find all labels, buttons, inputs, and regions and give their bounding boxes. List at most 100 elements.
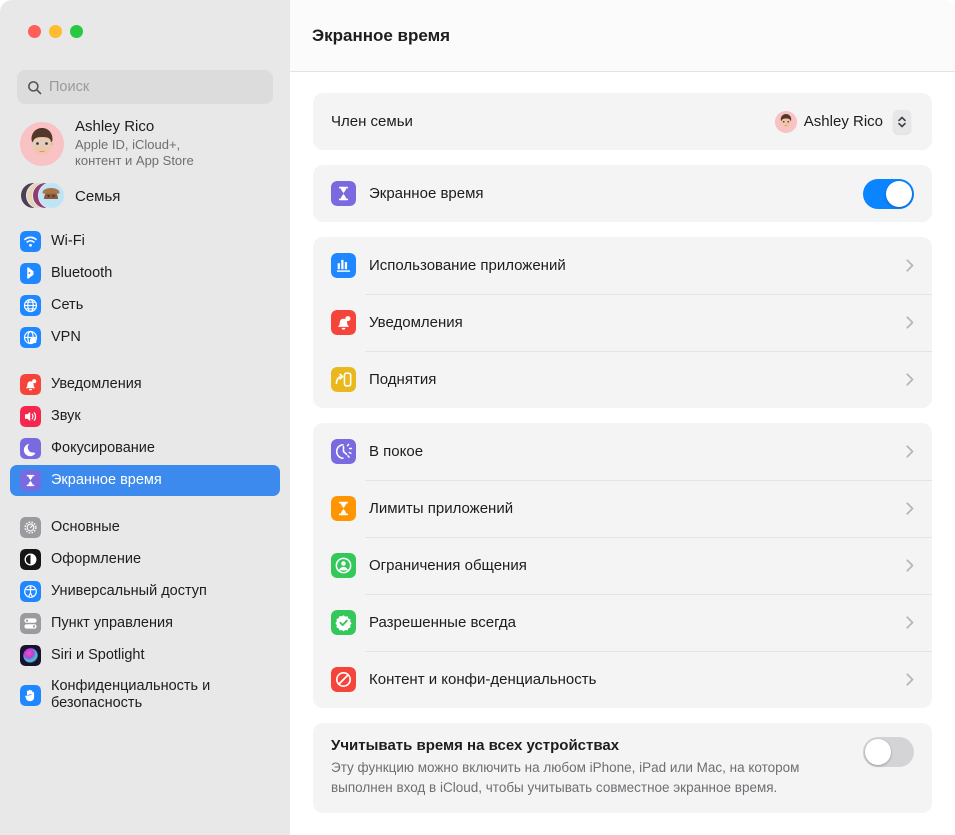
sidebar: Поиск Ashley Rico Apple ID, iCloud+, кон…: [0, 0, 290, 835]
focus-moon-icon: [20, 438, 41, 460]
row-content-privacy[interactable]: Контент и конфи-денциальность: [313, 651, 932, 708]
row-app-limits[interactable]: Лимиты приложений: [313, 480, 932, 537]
always-allowed-icon: [331, 610, 356, 635]
profile-name: Ashley Rico: [75, 118, 155, 135]
chevron-right-icon: [906, 673, 914, 686]
avatar: [774, 110, 797, 133]
row-pickups[interactable]: Поднятия: [313, 351, 932, 408]
usage-group-card: Использование приложений Уведомления Под…: [313, 237, 932, 408]
sidebar-item-sound-label: Звук: [51, 408, 81, 425]
sidebar-item-bluetooth[interactable]: Bluetooth: [10, 258, 280, 289]
row-communication-limits-label: Ограничения общения: [369, 557, 527, 574]
sound-speaker-icon: [20, 406, 41, 428]
general-gear-icon: [20, 517, 41, 539]
avatar: [20, 121, 64, 166]
sidebar-item-notifications[interactable]: Уведомления: [10, 369, 280, 400]
row-content-privacy-label: Контент и конфи-денциальность: [369, 671, 597, 688]
sidebar-item-wifi[interactable]: Wi-Fi: [10, 226, 280, 257]
bluetooth-icon: [20, 263, 41, 285]
family-member-label: Член семьи: [331, 113, 413, 130]
sidebar-item-vpn[interactable]: VPN: [10, 322, 280, 353]
window-traffic-lights: [10, 0, 280, 56]
sidebar-item-accessibility-label: Универсальный доступ: [51, 583, 207, 600]
network-globe-icon: [20, 295, 41, 317]
sidebar-item-focus[interactable]: Фокусирование: [10, 433, 280, 464]
main-content: Экранное время Член семьи Ashley Rico Эк…: [290, 0, 955, 835]
profile-subtitle-line2: контент и App Store: [75, 153, 194, 168]
sidebar-item-bluetooth-label: Bluetooth: [51, 265, 113, 282]
sidebar-item-privacy-security-label: Конфиденциальность и безопасность: [51, 678, 211, 712]
sidebar-item-screen-time[interactable]: Экранное время: [10, 465, 280, 497]
chevron-right-icon: [906, 259, 914, 272]
app-usage-chart-icon: [331, 253, 356, 278]
family-member-card: Член семьи Ashley Rico: [313, 93, 932, 150]
pickups-icon: [331, 367, 356, 392]
row-downtime[interactable]: В покое: [313, 423, 932, 480]
row-app-usage[interactable]: Использование приложений: [313, 237, 932, 294]
row-notifications[interactable]: Уведомления: [313, 294, 932, 351]
sidebar-item-focus-label: Фокусирование: [51, 440, 155, 457]
zoom-button[interactable]: [70, 25, 83, 38]
sidebar-item-notifications-label: Уведомления: [51, 376, 142, 393]
search-placeholder: Поиск: [49, 79, 90, 95]
sidebar-item-general[interactable]: Основные: [10, 512, 280, 543]
main-body: Член семьи Ashley Rico Экранное время Ис…: [290, 72, 955, 835]
screen-time-hourglass-icon: [20, 470, 41, 492]
sidebar-item-wifi-label: Wi-Fi: [51, 233, 85, 250]
close-button[interactable]: [28, 25, 41, 38]
sidebar-group-general: Основные Оформление Универсальный доступ…: [10, 511, 280, 719]
sidebar-item-appearance-label: Оформление: [51, 551, 142, 568]
share-across-devices-texts: Учитывать время на всех устройствах Эту …: [331, 737, 849, 797]
minimize-button[interactable]: [49, 25, 62, 38]
app-limits-hourglass-icon: [331, 496, 356, 521]
profile-text: Ashley Rico Apple ID, iCloud+, контент и…: [75, 118, 194, 169]
sidebar-item-appearance[interactable]: Оформление: [10, 544, 280, 575]
sidebar-group-network: Wi-Fi Bluetooth Сеть VPN: [10, 225, 280, 354]
chevron-right-icon: [906, 445, 914, 458]
search-field[interactable]: Поиск: [17, 70, 273, 104]
family-member-popup-button[interactable]: Ashley Rico: [769, 107, 914, 137]
sidebar-item-control-center-label: Пункт управления: [51, 615, 173, 632]
share-across-devices-toggle[interactable]: [863, 737, 914, 767]
sidebar-item-siri-spotlight[interactable]: Siri и Spotlight: [10, 640, 280, 671]
appearance-icon: [20, 549, 41, 571]
downtime-clock-icon: [331, 439, 356, 464]
row-pickups-label: Поднятия: [369, 371, 437, 388]
row-communication-limits[interactable]: Ограничения общения: [313, 537, 932, 594]
privacy-hand-icon: [20, 684, 41, 706]
wifi-icon: [20, 231, 41, 253]
communication-limits-icon: [331, 553, 356, 578]
screen-time-toggle[interactable]: [863, 178, 914, 209]
sidebar-item-family-label: Семья: [75, 187, 121, 205]
screen-time-hourglass-icon: [331, 181, 356, 206]
row-always-allowed[interactable]: Разрешенные всегда: [313, 594, 932, 651]
sidebar-item-privacy-security[interactable]: Конфиденциальность и безопасность: [10, 672, 280, 718]
control-center-icon: [20, 613, 41, 635]
search-icon: [27, 80, 42, 95]
sidebar-item-vpn-label: VPN: [51, 329, 81, 346]
family-member-row: Член семьи Ashley Rico: [313, 93, 932, 150]
chevron-right-icon: [906, 616, 914, 629]
sidebar-item-accessibility[interactable]: Универсальный доступ: [10, 576, 280, 607]
accessibility-icon: [20, 581, 41, 603]
screen-time-row-label: Экранное время: [369, 185, 484, 202]
sidebar-item-general-label: Основные: [51, 519, 120, 536]
sidebar-item-control-center[interactable]: Пункт управления: [10, 608, 280, 639]
profile-subtitle-line1: Apple ID, iCloud+,: [75, 136, 181, 152]
sidebar-item-network[interactable]: Сеть: [10, 290, 280, 321]
family-member-value: Ashley Rico: [803, 113, 883, 130]
row-notifications-label: Уведомления: [369, 314, 463, 331]
vpn-globe-icon: [20, 327, 41, 349]
sidebar-item-siri-spotlight-label: Siri и Spotlight: [51, 647, 145, 664]
limits-group-card: В покое Лимиты приложений Ограничения об…: [313, 423, 932, 708]
row-app-usage-label: Использование приложений: [369, 257, 566, 274]
sidebar-item-family[interactable]: Семья: [10, 175, 280, 217]
sidebar-profile[interactable]: Ashley Rico Apple ID, iCloud+, контент и…: [10, 104, 280, 173]
chevron-right-icon: [906, 316, 914, 329]
sidebar-item-sound[interactable]: Звук: [10, 401, 280, 432]
notifications-bell-icon: [331, 310, 356, 335]
system-settings-window: Поиск Ashley Rico Apple ID, iCloud+, кон…: [0, 0, 955, 835]
main-header: Экранное время: [290, 0, 955, 72]
screen-time-row: Экранное время: [313, 165, 932, 222]
chevron-up-down-icon: [893, 109, 911, 134]
